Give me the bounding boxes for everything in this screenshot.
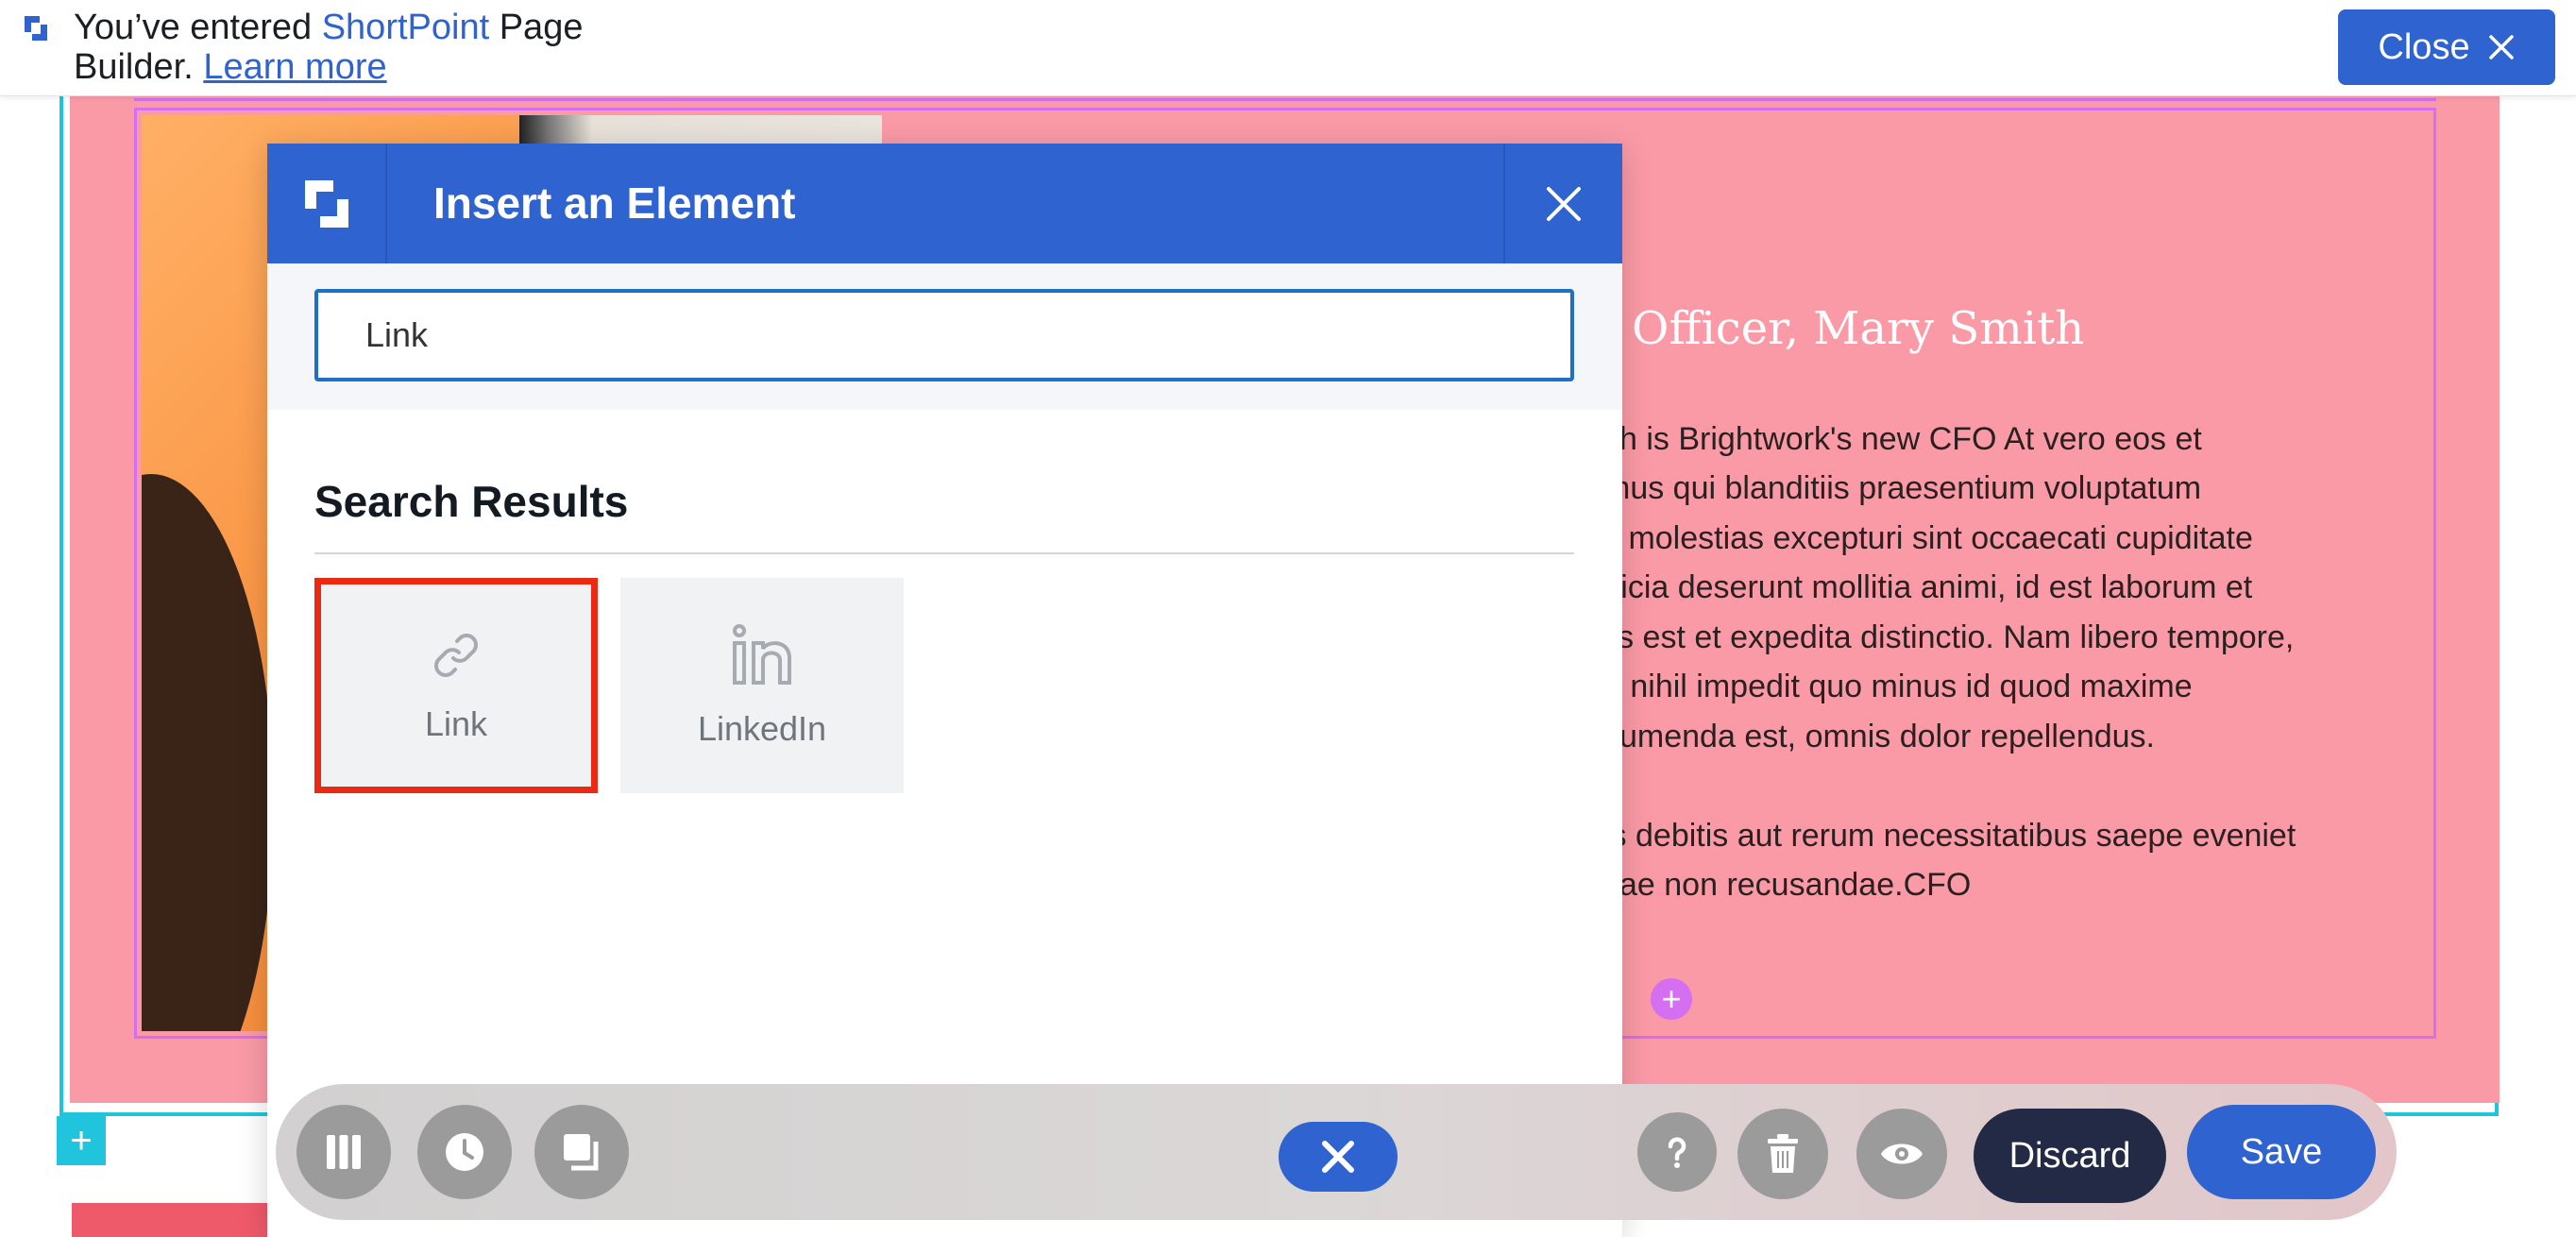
history-icon <box>446 1133 483 1171</box>
dialog-header: Insert an Element <box>267 144 1622 263</box>
columns-icon <box>327 1135 361 1169</box>
save-button[interactable]: Save <box>2187 1105 2376 1199</box>
close-icon <box>1547 186 1581 221</box>
cancel-icon <box>1322 1141 1354 1173</box>
body-text-line: fficia deserunt mollitia animi, id est l… <box>1603 569 2253 605</box>
body-text-line: sumenda est, omnis dolor repellendus. <box>1603 719 2155 754</box>
link-icon <box>434 634 478 677</box>
add-section-plus-icon[interactable]: + <box>57 1116 106 1165</box>
body-text-line: s molestias excepturi sint occaecati cup… <box>1603 520 2253 556</box>
notice-prefix: You’ve entered <box>74 8 322 47</box>
dialog-title: Insert an Element <box>433 178 796 228</box>
learn-more-link[interactable]: Learn more <box>203 47 386 87</box>
result-card-link[interactable]: Link <box>314 578 598 793</box>
body-text-line: tiae non recusandae.CFO <box>1603 867 1972 903</box>
results-divider <box>314 552 1574 554</box>
result-label: LinkedIn <box>697 709 827 748</box>
close-icon <box>2488 35 2514 59</box>
body-text-line: mus qui blanditiis praesentium voluptatu… <box>1603 470 2202 506</box>
search-area <box>267 263 1622 410</box>
discard-button[interactable]: Discard <box>1974 1109 2166 1203</box>
body-text-line: ith is Brightwork's new CFO At vero eos … <box>1603 421 2202 457</box>
cancel-button[interactable] <box>1279 1122 1398 1192</box>
trash-icon <box>1768 1134 1798 1173</box>
builder-notice-text: You’ve entered ShortPoint Page Builder. … <box>74 8 678 87</box>
shortpoint-logo-icon <box>267 144 387 263</box>
copy-icon <box>564 1134 599 1171</box>
element-search-input[interactable] <box>314 289 1574 381</box>
result-card-linkedin[interactable]: LinkedIn <box>620 578 904 793</box>
insert-element-dialog: Insert an Element Search Results Link <box>267 144 1622 1237</box>
photo-hair <box>142 474 274 1031</box>
close-builder-button[interactable]: Close <box>2338 9 2555 85</box>
preview-icon <box>1881 1144 1923 1164</box>
next-section-peek <box>72 1203 270 1237</box>
add-element-plus-icon[interactable]: + <box>1651 978 1692 1020</box>
linkedin-icon <box>733 624 791 685</box>
history-button[interactable] <box>417 1105 512 1199</box>
dialog-close-button[interactable] <box>1503 144 1622 263</box>
search-results-title: Search Results <box>314 477 629 526</box>
close-builder-label: Close <box>2378 26 2470 67</box>
delete-button[interactable] <box>1737 1109 1828 1199</box>
builder-notice-bar: You’ve entered ShortPoint Page Builder. … <box>0 0 2576 96</box>
preview-button[interactable] <box>1856 1109 1947 1199</box>
column-top-outline <box>134 98 2436 108</box>
body-text-line: is debitis aut rerum necessitatibus saep… <box>1603 818 2296 854</box>
notice-brand: ShortPoint <box>321 8 490 47</box>
help-button[interactable] <box>1637 1112 1717 1192</box>
result-label: Link <box>424 704 488 743</box>
builder-toolbar: Discard Save <box>276 1084 2397 1220</box>
copy-button[interactable] <box>534 1105 629 1199</box>
body-text-line: e nihil impedit quo minus id quod maxime <box>1603 669 2193 704</box>
body-text-line: lis est et expedita distinctio. Nam libe… <box>1603 619 2295 655</box>
section-heading: Officer, Mary Smith <box>1632 302 2085 355</box>
help-icon <box>1668 1137 1686 1168</box>
shortpoint-logo-icon <box>21 13 51 43</box>
columns-button[interactable] <box>297 1105 391 1199</box>
